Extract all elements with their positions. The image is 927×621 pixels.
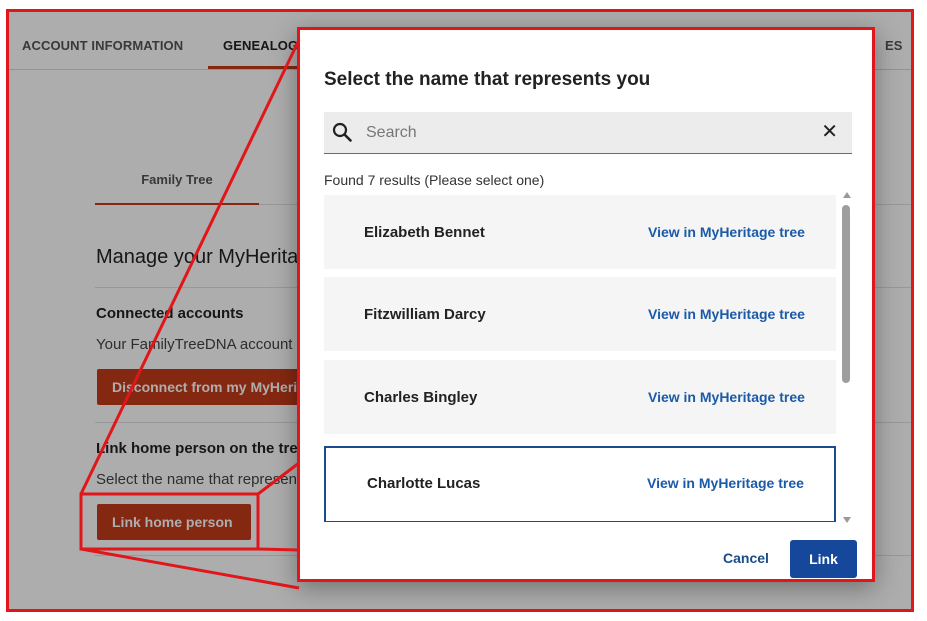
view-in-tree-link[interactable]: View in MyHeritage tree bbox=[648, 224, 805, 240]
scroll-down-arrow[interactable] bbox=[843, 517, 851, 523]
cancel-button[interactable]: Cancel bbox=[723, 550, 769, 566]
results-list: Elizabeth Bennet View in MyHeritage tree… bbox=[324, 195, 838, 522]
results-count: Found 7 results (Please select one) bbox=[324, 172, 545, 188]
result-name: Elizabeth Bennet bbox=[364, 224, 485, 241]
list-item-selected[interactable]: Charlotte Lucas View in MyHeritage tree bbox=[324, 446, 836, 522]
search-box: ✕ bbox=[324, 112, 852, 154]
list-item[interactable]: Fitzwilliam Darcy View in MyHeritage tre… bbox=[324, 277, 836, 351]
scrollbar-thumb[interactable] bbox=[842, 205, 850, 383]
scroll-up-arrow[interactable] bbox=[843, 192, 851, 198]
dialog-title: Select the name that represents you bbox=[324, 69, 651, 90]
view-in-tree-link[interactable]: View in MyHeritage tree bbox=[648, 306, 805, 322]
search-input[interactable] bbox=[366, 121, 806, 145]
search-icon bbox=[332, 122, 352, 142]
view-in-tree-link[interactable]: View in MyHeritage tree bbox=[648, 389, 805, 405]
result-name: Charles Bingley bbox=[364, 389, 478, 406]
result-name: Charlotte Lucas bbox=[367, 475, 481, 492]
link-button[interactable]: Link bbox=[790, 540, 857, 578]
list-item[interactable]: Charles Bingley View in MyHeritage tree bbox=[324, 360, 836, 434]
result-name: Fitzwilliam Darcy bbox=[364, 306, 486, 323]
select-name-dialog: Select the name that represents you ✕ Fo… bbox=[297, 27, 875, 582]
view-in-tree-link[interactable]: View in MyHeritage tree bbox=[647, 475, 804, 491]
list-item[interactable]: Elizabeth Bennet View in MyHeritage tree bbox=[324, 195, 836, 269]
close-icon[interactable]: ✕ bbox=[821, 120, 838, 144]
